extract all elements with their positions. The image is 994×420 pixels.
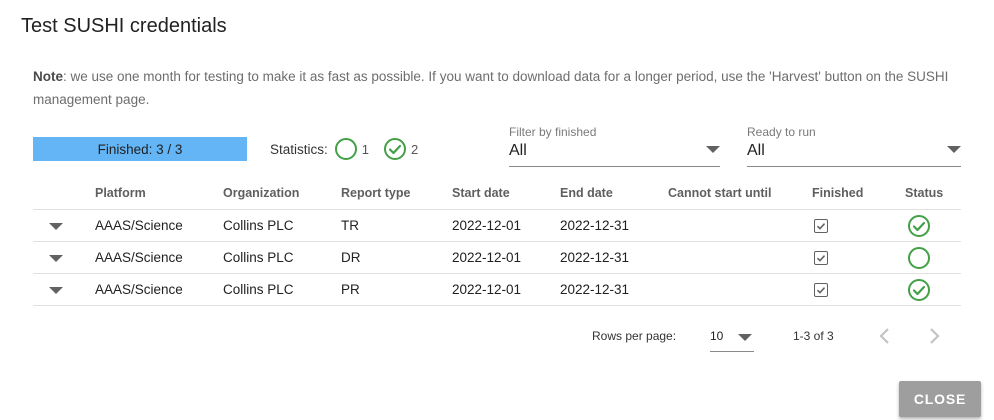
cell-finished: [812, 241, 905, 274]
check-circle-icon: [908, 214, 930, 237]
header-finished[interactable]: Finished: [812, 177, 905, 210]
cell-cannot-start-until: [668, 273, 812, 306]
header-platform[interactable]: Platform: [95, 177, 223, 210]
cell-cannot-start-until: [668, 241, 812, 274]
header-organization[interactable]: Organization: [223, 177, 341, 210]
cell-finished: [812, 209, 905, 242]
table-row: AAAS/Science Collins PLC TR 2022-12-01 2…: [33, 209, 961, 242]
cell-organization: Collins PLC: [223, 209, 341, 242]
checkbox-checked-icon: [814, 283, 828, 298]
dropdown-arrow-icon: [706, 146, 720, 153]
header-start-date[interactable]: Start date: [452, 177, 560, 210]
cell-organization: Collins PLC: [223, 241, 341, 274]
filter-ready-select[interactable]: Ready to run All: [747, 125, 961, 169]
cell-platform: AAAS/Science: [95, 209, 223, 242]
check-circle-icon: [908, 278, 930, 301]
progress-bar: Finished: 3 / 3: [33, 137, 247, 161]
note-label: Note: [33, 69, 63, 84]
expand-cell[interactable]: [33, 273, 95, 306]
expand-column-header: [33, 177, 95, 210]
header-end-date[interactable]: End date: [560, 177, 668, 210]
cell-organization: Collins PLC: [223, 273, 341, 306]
checkbox-checked-icon: [814, 219, 828, 234]
cell-finished: [812, 273, 905, 306]
cell-platform: AAAS/Science: [95, 241, 223, 274]
progress-label: Finished: 3 / 3: [97, 141, 183, 157]
check-circle-icon: [384, 138, 406, 160]
cell-status: [905, 209, 961, 242]
cell-report-type: PR: [341, 273, 452, 306]
cell-status: [905, 241, 961, 274]
cell-end-date: 2022-12-31: [560, 241, 668, 274]
dialog-title: Test SUSHI credentials: [21, 15, 227, 37]
expand-arrow-icon[interactable]: [49, 222, 63, 230]
cell-end-date: 2022-12-31: [560, 273, 668, 306]
expand-arrow-icon[interactable]: [49, 254, 63, 262]
cell-start-date: 2022-12-01: [452, 209, 560, 242]
filter-finished-value: All: [509, 142, 527, 159]
cell-start-date: 2022-12-01: [452, 273, 560, 306]
header-report-type[interactable]: Report type: [341, 177, 452, 210]
dropdown-arrow-icon: [738, 334, 752, 341]
attempts-table: Platform Organization Report type Start …: [33, 177, 961, 306]
chevron-left-icon[interactable]: [873, 324, 897, 348]
expand-cell[interactable]: [33, 209, 95, 242]
rows-per-page-select[interactable]: 10: [710, 325, 754, 352]
table-row: AAAS/Science Collins PLC PR 2022-12-01 2…: [33, 273, 961, 306]
empty-circle-icon: [908, 246, 930, 269]
statistics-pending-count: 1: [361, 141, 369, 157]
note-text: Note: we use one month for testing to ma…: [33, 65, 963, 111]
cell-status: [905, 273, 961, 306]
cell-end-date: 2022-12-31: [560, 209, 668, 242]
table-row: AAAS/Science Collins PLC DR 2022-12-01 2…: [33, 241, 961, 274]
pagination-range: 1-3 of 3: [793, 329, 834, 343]
rows-per-page-value: 10: [710, 329, 724, 343]
select-underline: [710, 351, 754, 352]
filter-finished-label: Filter by finished: [509, 125, 597, 139]
rows-per-page-label: Rows per page:: [592, 329, 677, 343]
table-header-row: Platform Organization Report type Start …: [33, 177, 961, 210]
statistics-label: Statistics:: [270, 141, 328, 157]
select-underline: [747, 166, 961, 167]
select-underline: [509, 166, 720, 167]
cell-report-type: DR: [341, 241, 452, 274]
header-status[interactable]: Status: [905, 177, 961, 210]
note-body: : we use one month for testing to make i…: [33, 69, 949, 107]
expand-cell[interactable]: [33, 241, 95, 274]
chevron-right-icon[interactable]: [922, 324, 946, 348]
filter-ready-label: Ready to run: [747, 125, 816, 139]
cell-platform: AAAS/Science: [95, 273, 223, 306]
filter-finished-select[interactable]: Filter by finished All: [509, 125, 720, 169]
dropdown-arrow-icon: [947, 146, 961, 153]
cell-start-date: 2022-12-01: [452, 241, 560, 274]
expand-arrow-icon[interactable]: [49, 286, 63, 294]
close-button[interactable]: CLOSE: [899, 381, 981, 417]
filter-ready-value: All: [747, 142, 765, 159]
checkbox-checked-icon: [814, 251, 828, 266]
statistics-success-count: 2: [411, 141, 419, 157]
statistics-summary: Statistics: 1 2: [270, 136, 432, 162]
header-cannot-start-until[interactable]: Cannot start until: [668, 177, 812, 210]
empty-circle-icon: [334, 138, 357, 160]
cell-report-type: TR: [341, 209, 452, 242]
cell-cannot-start-until: [668, 209, 812, 242]
